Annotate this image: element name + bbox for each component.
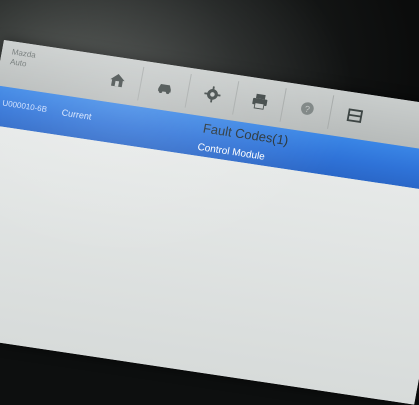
vehicle-button[interactable] xyxy=(139,67,192,108)
settings-button[interactable] xyxy=(186,74,240,115)
diagnostic-screen: Mazda Auto ? Fault Codes(1) U000010-6B C… xyxy=(0,40,419,405)
gear-icon xyxy=(204,86,221,103)
menu-button[interactable] xyxy=(329,96,381,136)
menu-icon xyxy=(346,108,364,123)
printer-icon xyxy=(252,93,268,110)
vehicle-icon xyxy=(157,83,171,95)
print-button[interactable] xyxy=(234,81,287,122)
help-icon: ? xyxy=(301,102,314,115)
home-icon xyxy=(110,74,125,88)
help-button[interactable]: ? xyxy=(281,88,335,129)
home-button[interactable] xyxy=(91,60,145,101)
brand-label: Mazda Auto xyxy=(9,47,36,70)
